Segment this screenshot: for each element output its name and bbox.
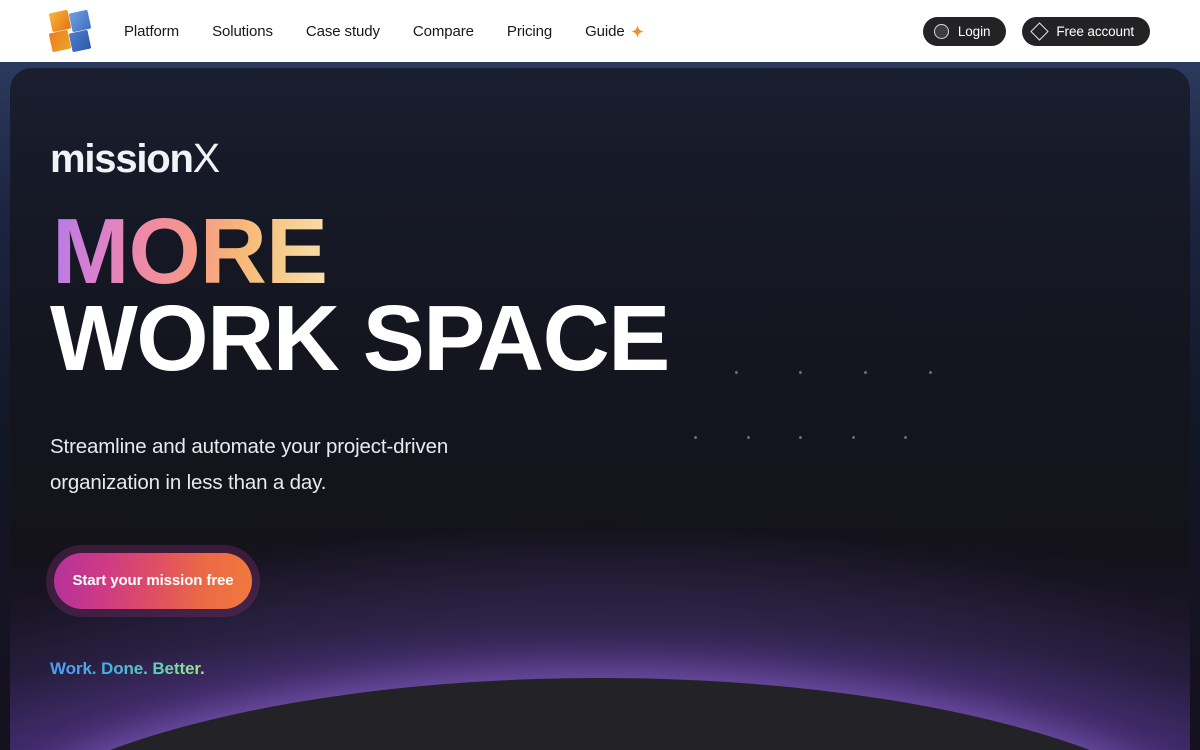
nav-action-buttons: Login Free account	[922, 17, 1150, 46]
nav-item-solutions[interactable]: Solutions	[212, 24, 273, 39]
nav-item-guide[interactable]: Guide	[585, 24, 644, 39]
start-mission-button[interactable]: Start your mission free	[54, 552, 252, 609]
hero-headline: MORE WORK SPACE	[50, 199, 770, 390]
login-button[interactable]: Login	[922, 17, 1007, 46]
top-navigation-bar: Platform Solutions Case study Compare Pr…	[0, 0, 1200, 62]
nav-item-case-study[interactable]: Case study	[306, 24, 380, 39]
hero-brand-wordmark: missionX	[50, 135, 770, 181]
nav-item-compare[interactable]: Compare	[413, 24, 474, 39]
sparkle-icon	[630, 24, 644, 38]
primary-nav: Platform Solutions Case study Compare Pr…	[124, 0, 644, 62]
headline-line-more: MORE	[52, 199, 328, 303]
diamond-icon	[1030, 22, 1050, 41]
nav-item-label: Compare	[412, 22, 474, 40]
bottom-dome-decoration	[10, 678, 1190, 750]
hero-subtitle-line1: Streamline and automate your project-dri…	[50, 435, 449, 459]
circle-icon	[933, 24, 949, 39]
hero-outer-frame: missionX MORE WORK SPACE Streamline and …	[0, 62, 1200, 750]
brand-x-text: X	[192, 135, 221, 181]
nav-item-label: Platform	[124, 22, 180, 40]
cta-halo: Start your mission free	[46, 544, 260, 617]
hero-content: missionX MORE WORK SPACE Streamline and …	[46, 135, 770, 679]
missionx-logo-icon[interactable]	[48, 9, 92, 53]
hero-card: missionX MORE WORK SPACE Streamline and …	[10, 68, 1190, 750]
hero-subtitle: Streamline and automate your project-dri…	[50, 429, 550, 501]
free-account-button-label: Free account	[1056, 24, 1134, 39]
nav-item-platform[interactable]: Platform	[124, 24, 179, 39]
nav-item-pricing[interactable]: Pricing	[507, 24, 552, 39]
nav-item-label: Case study	[305, 22, 380, 40]
brand-bold-text: mission	[50, 137, 194, 181]
hero-tagline: Work. Done. Better.	[50, 658, 205, 678]
free-account-button[interactable]: Free account	[1022, 17, 1150, 46]
hero-subtitle-line2: organization in less than a day.	[50, 471, 327, 495]
login-button-label: Login	[957, 24, 991, 39]
headline-line-workspace: WORK SPACE	[50, 285, 670, 390]
nav-item-label: Solutions	[212, 22, 273, 40]
nav-item-label: Pricing	[506, 22, 553, 40]
nav-item-label: Guide	[585, 22, 625, 40]
